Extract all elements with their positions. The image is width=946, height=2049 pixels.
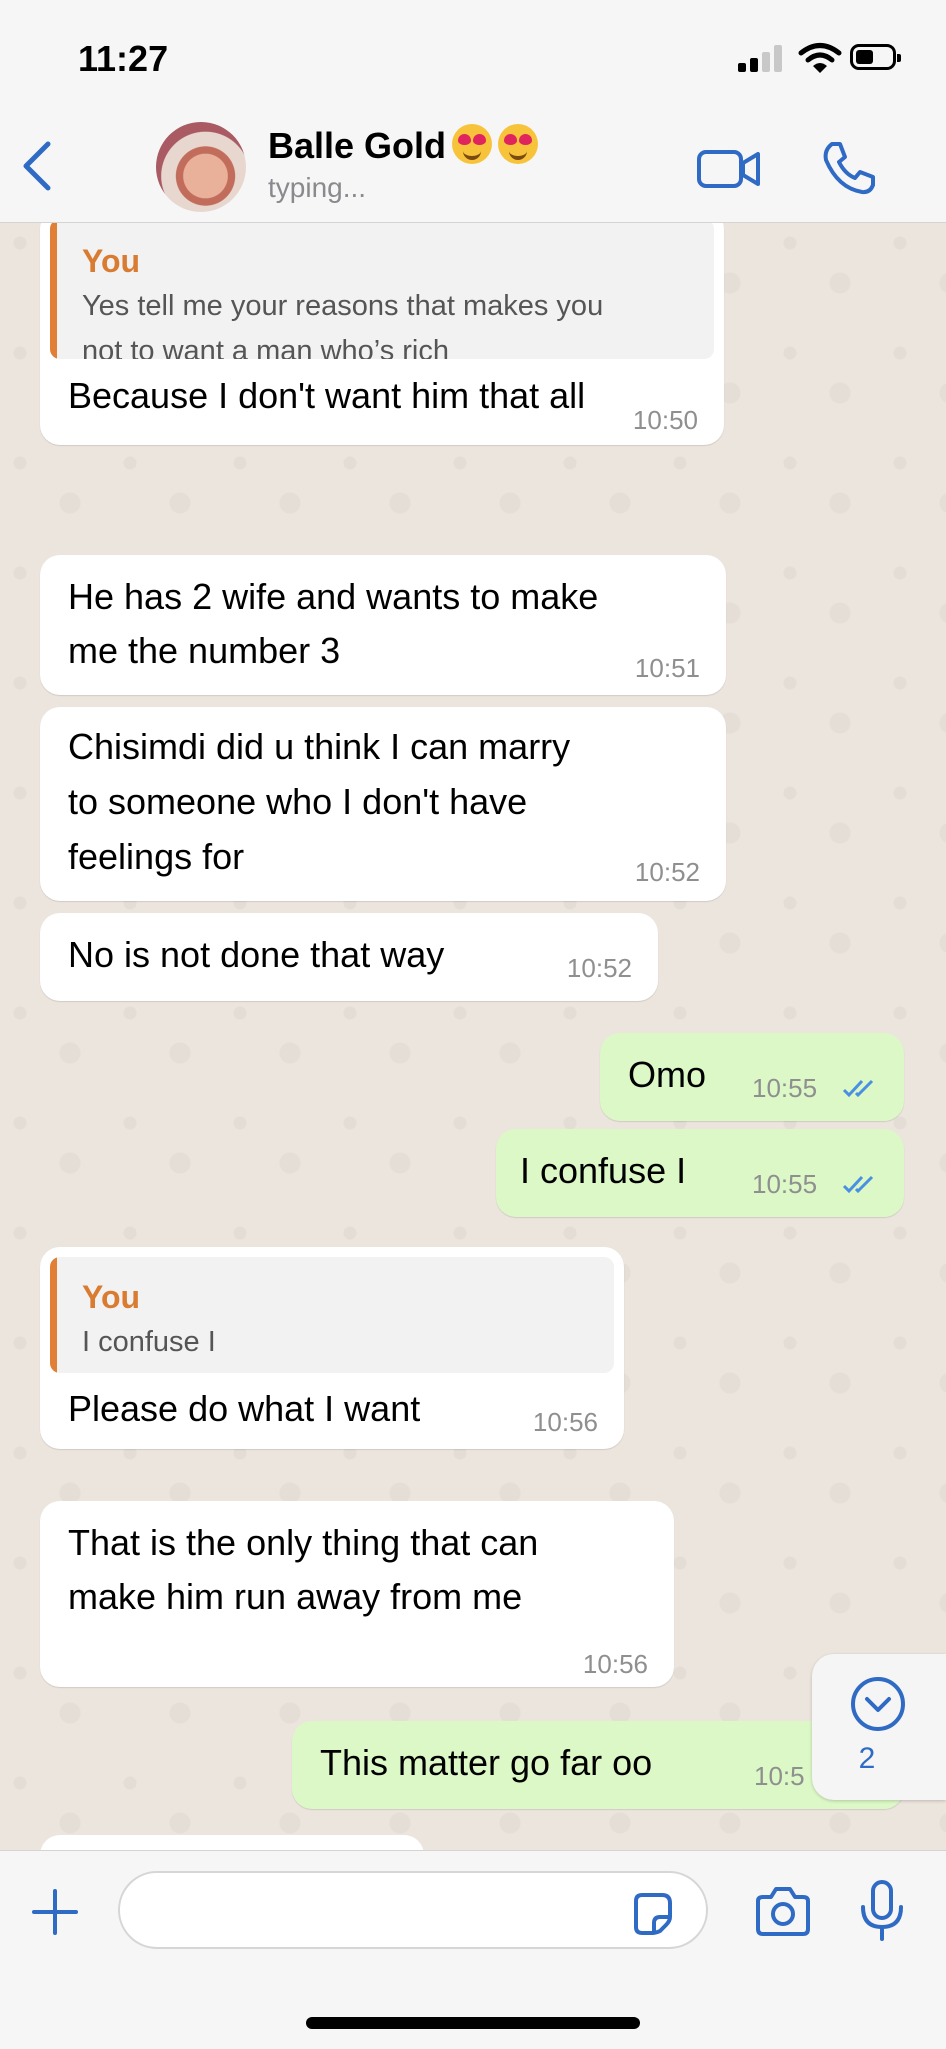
message-text: make him run away from me xyxy=(68,1576,523,1617)
avatar[interactable] xyxy=(156,122,246,212)
message-time: 10:50 xyxy=(632,405,698,435)
quote-text: I confuse I xyxy=(82,1326,216,1358)
message-time: 10:55 xyxy=(752,1169,818,1199)
incoming-message[interactable]: He has 2 wife and wants to make me the n… xyxy=(40,555,726,695)
chevron-down-circle-icon xyxy=(851,1677,905,1731)
camera-icon[interactable] xyxy=(754,1885,812,1939)
message-time: 10:52 xyxy=(566,953,632,983)
contact-name[interactable]: Balle Gold xyxy=(268,124,539,167)
battery-icon xyxy=(850,44,901,70)
incoming-message[interactable]: You I confuse I Please do what I want 10… xyxy=(40,1247,624,1449)
heart-eyes-emoji-icon xyxy=(498,124,539,164)
message-text: to someone who I don't have xyxy=(68,781,528,822)
message-time: 10:51 xyxy=(634,653,700,683)
incoming-message[interactable]: That is the only thing that can make him… xyxy=(40,1501,674,1687)
message-input[interactable] xyxy=(118,1871,708,1949)
incoming-message[interactable]: No is not done that way 10:52 xyxy=(40,913,658,1001)
outgoing-message[interactable]: Omo 10:55 xyxy=(600,1033,904,1121)
scroll-to-bottom-button[interactable]: 2 xyxy=(812,1654,946,1800)
message-time: 10:56 xyxy=(582,1649,648,1679)
contact-status: typing... xyxy=(268,172,367,203)
quote-text: Yes tell me your reasons that makes you xyxy=(82,290,604,322)
message-text: Please do what I want xyxy=(68,1388,421,1429)
status-time: 11:27 xyxy=(78,38,169,79)
quote-text: not to want a man who’s rich xyxy=(82,335,449,359)
phone-call-icon[interactable] xyxy=(818,138,878,198)
read-receipt-icon xyxy=(842,1175,874,1194)
message-time: 10:56 xyxy=(532,1407,598,1437)
message-text: I confuse I xyxy=(520,1150,687,1191)
chat-area[interactable]: You Yes tell me your reasons that makes … xyxy=(0,223,946,1850)
microphone-icon[interactable] xyxy=(858,1879,906,1943)
plus-icon[interactable] xyxy=(30,1887,80,1937)
message-text: He has 2 wife and wants to make xyxy=(68,576,599,617)
incoming-message[interactable] xyxy=(40,1835,424,1850)
quote-author: You xyxy=(82,243,141,279)
status-bar: 11:27 xyxy=(0,0,946,110)
message-composer xyxy=(0,1850,946,2049)
heart-eyes-emoji-icon xyxy=(452,124,493,164)
quote-accent-bar xyxy=(50,223,57,359)
message-text: No is not done that way xyxy=(68,934,445,975)
message-text: feelings for xyxy=(68,836,245,877)
message-text: me the number 3 xyxy=(68,630,341,671)
back-chevron-icon[interactable] xyxy=(18,138,58,194)
quoted-reply[interactable]: You Yes tell me your reasons that makes … xyxy=(50,223,714,359)
signal-icon xyxy=(738,44,788,72)
incoming-message[interactable]: You Yes tell me your reasons that makes … xyxy=(40,223,724,445)
sticker-icon[interactable] xyxy=(630,1891,674,1935)
message-text: This matter go far oo xyxy=(320,1742,653,1783)
wifi-icon xyxy=(798,43,842,73)
incoming-message[interactable]: Chisimdi did u think I can marry to some… xyxy=(40,707,726,901)
message-text: Chisimdi did u think I can marry xyxy=(68,726,571,767)
quoted-reply[interactable]: You I confuse I xyxy=(50,1257,614,1373)
quote-author: You xyxy=(82,1279,141,1315)
message-time: 10:55 xyxy=(752,1073,818,1103)
read-receipt-icon xyxy=(842,1079,874,1098)
contact-name-text: Balle Gold xyxy=(268,125,447,166)
message-text: That is the only thing that can xyxy=(68,1522,539,1563)
video-call-icon[interactable] xyxy=(696,146,762,190)
message-time: 10:52 xyxy=(634,857,700,887)
message-text: Omo xyxy=(628,1054,707,1095)
home-indicator xyxy=(306,2017,640,2029)
chat-header: Balle Gold typing... xyxy=(0,110,946,223)
unread-count: 2 xyxy=(858,1742,876,1775)
outgoing-message[interactable]: I confuse I 10:55 xyxy=(496,1129,904,1217)
message-text: Because I don't want him that all xyxy=(68,375,586,416)
message-time: 10:5 xyxy=(754,1761,805,1791)
quote-accent-bar xyxy=(50,1257,57,1373)
